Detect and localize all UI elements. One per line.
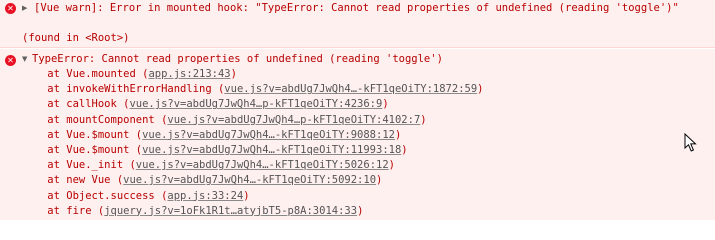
- stack-frame-source-link[interactable]: app.js:213:43: [148, 68, 230, 80]
- stack-frame-source-link[interactable]: vue.js?v=abdUg7JwQh4…-kFT1qeOiTY:9088:12: [142, 129, 395, 141]
- stack-frame-close-paren: ): [230, 68, 237, 80]
- stack-frame-function: at Vue.mounted (: [22, 68, 149, 80]
- stack-frame-function: at Vue.$mount (: [22, 128, 143, 141]
- stack-frame-function: at callHook (: [22, 98, 130, 111]
- stack-frame-function: at Vue.$mount (: [22, 144, 143, 156]
- error-circle-icon: ✕: [5, 3, 16, 14]
- stack-frame-close-paren: ): [243, 189, 250, 202]
- stack-frame-function: at new Vue (: [22, 174, 124, 187]
- stack-frame: at Object.success (app.js:33:24): [22, 189, 250, 204]
- stack-frame-close-paren: ): [401, 144, 408, 156]
- warning-found-in: (found in <Root>): [22, 32, 130, 44]
- stack-frame-source-link[interactable]: vue.js?v=abdUg7JwQh4…-kFT1qeOiTY:5026:12: [136, 159, 389, 171]
- error-message[interactable]: TypeError: Cannot read properties of und…: [32, 52, 443, 67]
- console-warning-entry: ✕ ▶ [Vue warn]: Error in mounted hook: "…: [0, 0, 715, 48]
- stack-frame-source-link[interactable]: vue.js?v=abdUg7JwQh4…p-kFT1qeOiTY:4102:7: [167, 114, 420, 126]
- stack-frame: at fire (jquery.js?v=1oFk1R1t…atyjbT5-p8…: [22, 204, 363, 219]
- stack-frame-source-link[interactable]: app.js:33:24: [167, 190, 243, 202]
- stack-frame: at invokeWithErrorHandling (vue.js?v=abd…: [22, 82, 484, 97]
- mouse-pointer-icon: [684, 133, 697, 152]
- stack-frame: at callHook (vue.js?v=abdUg7JwQh4…p-kFT1…: [22, 97, 389, 112]
- stack-frame-source-link[interactable]: vue.js?v=abdUg7JwQh4…-kFT1qeOiTY:1872:59: [224, 83, 477, 95]
- stack-frame-function: at Vue._init (: [22, 159, 136, 172]
- stack-frame-source-link[interactable]: vue.js?v=abdUg7JwQh4…-kFT1qeOiTY:11993:1…: [142, 144, 401, 156]
- stack-frame-source-link[interactable]: jquery.js?v=1oFk1R1t…atyjbT5-p8A:3014:33: [104, 205, 357, 217]
- stack-frame: at Vue._init (vue.js?v=abdUg7JwQh4…-kFT1…: [22, 158, 395, 173]
- stack-frame: at Vue.$mount (vue.js?v=abdUg7JwQh4…-kFT…: [22, 143, 408, 158]
- stack-frame-close-paren: ): [357, 204, 364, 217]
- stack-frame-function: at Object.success (: [22, 189, 168, 202]
- console-error-entry: ✕ ▼ TypeError: Cannot read properties of…: [0, 49, 715, 220]
- expand-triangle-icon[interactable]: ▶: [22, 1, 27, 16]
- stack-frame-close-paren: ): [477, 83, 484, 96]
- stack-frame: at new Vue (vue.js?v=abdUg7JwQh4…-kFT1qe…: [22, 173, 382, 188]
- warning-message[interactable]: [Vue warn]: Error in mounted hook: "Type…: [34, 1, 679, 16]
- stack-frame-function: at mountComponent (: [22, 113, 168, 126]
- stack-frame: at Vue.$mount (vue.js?v=abdUg7JwQh4…-kFT…: [22, 128, 401, 143]
- stack-frame-source-link[interactable]: vue.js?v=abdUg7JwQh4…p-kFT1qeOiTY:4236:9: [129, 98, 382, 110]
- stack-frame: at mountComponent (vue.js?v=abdUg7JwQh4……: [22, 113, 427, 128]
- stack-frame-function: at invokeWithErrorHandling (: [22, 83, 225, 96]
- expand-triangle-icon[interactable]: ▼: [22, 52, 27, 67]
- stack-frame: at Vue.mounted (app.js:213:43): [22, 67, 237, 82]
- error-circle-icon: ✕: [5, 55, 16, 66]
- stack-frame-close-paren: ): [420, 113, 427, 126]
- stack-frame-close-paren: ): [376, 174, 383, 187]
- stack-frame-function: at fire (: [22, 204, 105, 217]
- stack-frame-close-paren: ): [382, 98, 389, 111]
- stack-frame-close-paren: ): [394, 128, 402, 141]
- stack-frame-source-link[interactable]: vue.js?v=abdUg7JwQh4…-kFT1qeOiTY:5092:10: [123, 174, 376, 186]
- stack-frame-close-paren: ): [388, 159, 395, 172]
